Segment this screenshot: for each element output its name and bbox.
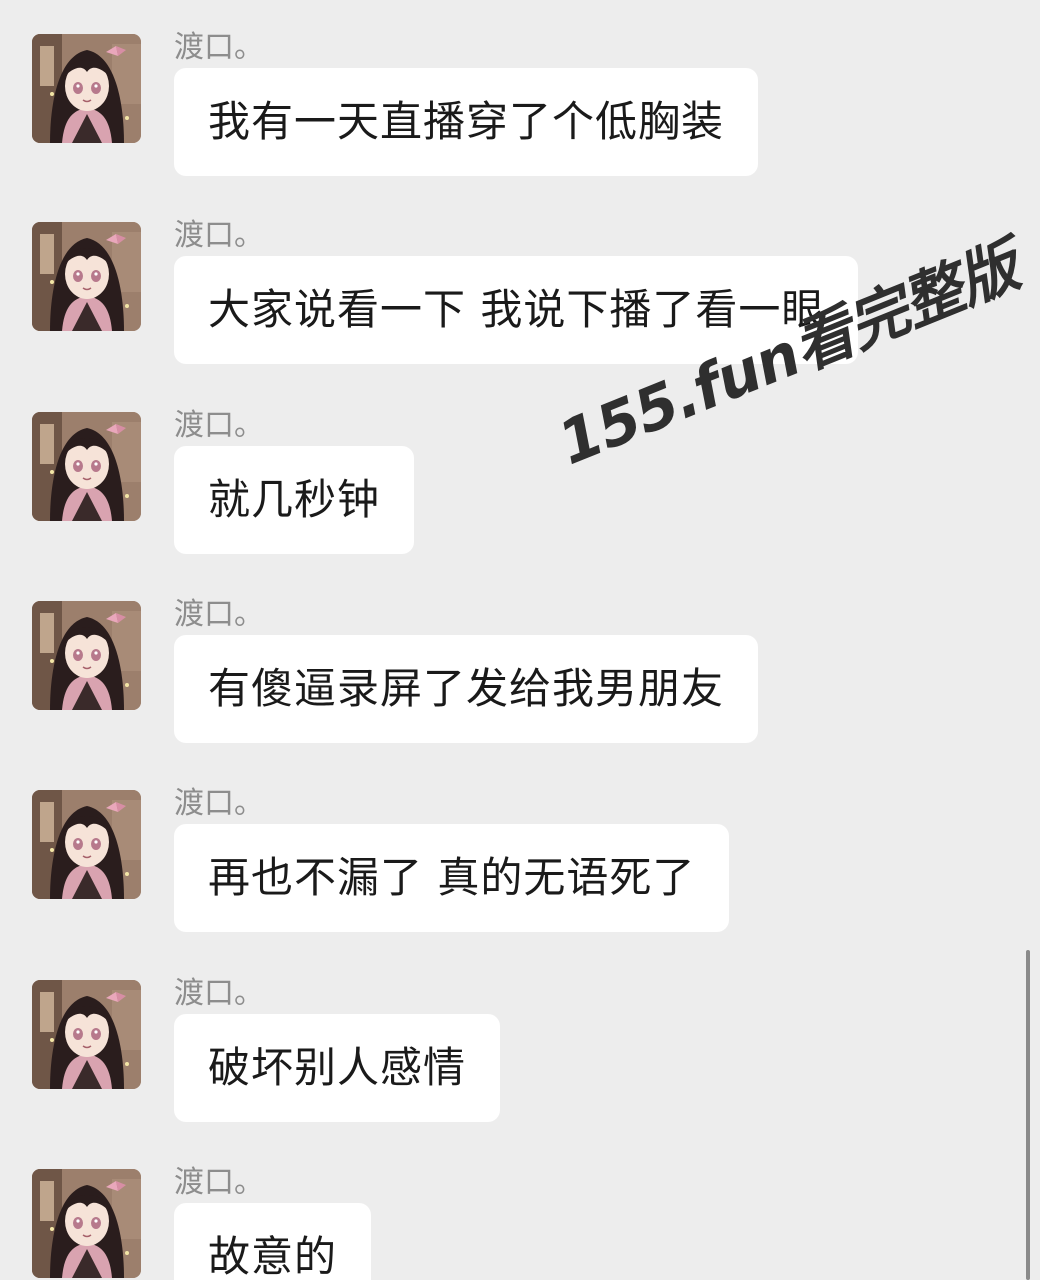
sender-name: 渡口。 [174, 408, 264, 443]
sender-name: 渡口。 [174, 786, 264, 821]
sender-name: 渡口。 [174, 976, 264, 1011]
anime-girl-avatar-icon[interactable] [32, 412, 141, 521]
sender-name: 渡口。 [174, 1165, 264, 1200]
anime-girl-avatar-icon[interactable] [32, 980, 141, 1089]
anime-girl-avatar-icon[interactable] [32, 601, 141, 710]
sender-name: 渡口。 [174, 30, 264, 65]
anime-girl-avatar-icon[interactable] [32, 34, 141, 143]
message-bubble[interactable]: 故意的 [174, 1203, 372, 1280]
message-bubble[interactable]: 再也不漏了 真的无语死了 [174, 824, 730, 932]
anime-girl-avatar-icon[interactable] [32, 222, 141, 331]
scrollbar-thumb[interactable] [1026, 950, 1030, 1280]
anime-girl-avatar-icon[interactable] [32, 1169, 141, 1278]
message-bubble[interactable]: 我有一天直播穿了个低胸装 [174, 68, 759, 176]
message-bubble[interactable]: 就几秒钟 [174, 446, 415, 554]
message-bubble[interactable]: 有傻逼录屏了发给我男朋友 [174, 635, 759, 743]
anime-girl-avatar-icon[interactable] [32, 790, 141, 899]
message-bubble[interactable]: 大家说看一下 我说下播了看一眼 [174, 256, 859, 364]
chat-message-list[interactable]: 渡口。 我有一天直播穿了个低胸装 渡口。 大家说看一下 我说下播了看一眼 渡口。… [0, 0, 1040, 1280]
sender-name: 渡口。 [174, 218, 264, 253]
sender-name: 渡口。 [174, 597, 264, 632]
message-bubble[interactable]: 破坏别人感情 [174, 1014, 501, 1122]
